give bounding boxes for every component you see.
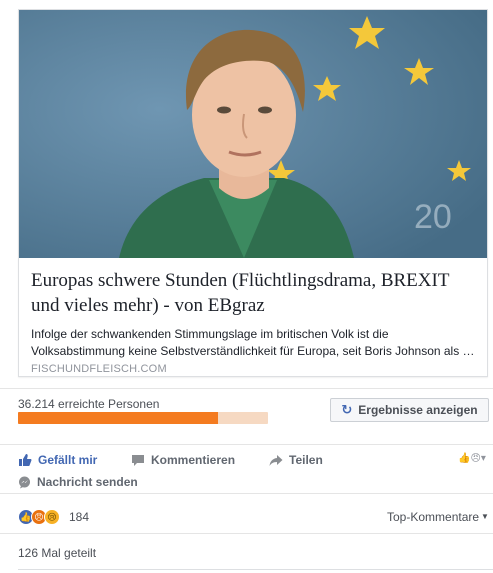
reach-progress-fill bbox=[18, 412, 218, 424]
view-results-label: Ergebnisse anzeigen bbox=[358, 403, 478, 417]
share-arrow-icon bbox=[269, 454, 283, 466]
thumbs-up-icon bbox=[19, 454, 32, 466]
like-label: Gefällt mir bbox=[38, 453, 98, 467]
refresh-icon: ↻ bbox=[341, 402, 353, 417]
shares-row: 126 Mal geteilt bbox=[0, 533, 493, 573]
reactions-row: 👍 😠 😢 184 Top-Kommentare ▼ bbox=[0, 500, 493, 532]
action-bar: Gefällt mir Kommentieren Teilen 👍😠▾ Nach… bbox=[0, 444, 493, 494]
chevron-down-icon: ▼ bbox=[481, 512, 489, 521]
reaction-icons[interactable]: 👍 😠 😢 bbox=[18, 509, 60, 525]
reach-progress-bar bbox=[18, 412, 268, 424]
like-button[interactable]: Gefällt mir bbox=[18, 453, 97, 467]
portrait-image: 20 bbox=[19, 10, 487, 258]
view-results-button[interactable]: ↻ Ergebnisse anzeigen bbox=[330, 398, 489, 422]
send-message-button[interactable]: Nachricht senden bbox=[18, 475, 138, 489]
send-message-label: Nachricht senden bbox=[37, 475, 138, 489]
link-preview-card[interactable]: 20 Europas schwere Stunden (Flüchtlingsd… bbox=[18, 9, 488, 377]
reaction-count[interactable]: 184 bbox=[69, 510, 89, 524]
reaction-selector-icon[interactable]: 👍😠▾ bbox=[458, 453, 486, 464]
share-count[interactable]: 126 Mal geteilt bbox=[18, 546, 96, 560]
link-title[interactable]: Europas schwere Stunden (Flüchtlingsdram… bbox=[31, 268, 481, 318]
share-button[interactable]: Teilen bbox=[269, 453, 323, 467]
share-label: Teilen bbox=[289, 453, 323, 467]
facebook-post: 20 Europas schwere Stunden (Flüchtlingsd… bbox=[0, 0, 493, 573]
comment-sort-label: Top-Kommentare bbox=[387, 510, 480, 524]
comment-area-edge bbox=[18, 569, 493, 573]
comment-sort-dropdown[interactable]: Top-Kommentare ▼ bbox=[387, 510, 489, 524]
sad-reaction-icon: 😢 bbox=[44, 509, 60, 525]
comment-button[interactable]: Kommentieren bbox=[131, 453, 235, 467]
link-domain: FISCHUNDFLEISCH.COM bbox=[31, 363, 167, 375]
link-description: Infolge der schwankenden Stimmungslage i… bbox=[31, 327, 475, 358]
people-reached-text: 36.214 erreichte Personen bbox=[18, 397, 160, 411]
comment-label: Kommentieren bbox=[151, 453, 236, 467]
comment-icon bbox=[132, 454, 144, 466]
preview-image[interactable]: 20 bbox=[19, 10, 487, 258]
reach-section: 36.214 erreichte Personen ↻ Ergebnisse a… bbox=[0, 388, 493, 432]
messenger-icon bbox=[19, 476, 30, 488]
svg-text:20: 20 bbox=[414, 198, 452, 236]
